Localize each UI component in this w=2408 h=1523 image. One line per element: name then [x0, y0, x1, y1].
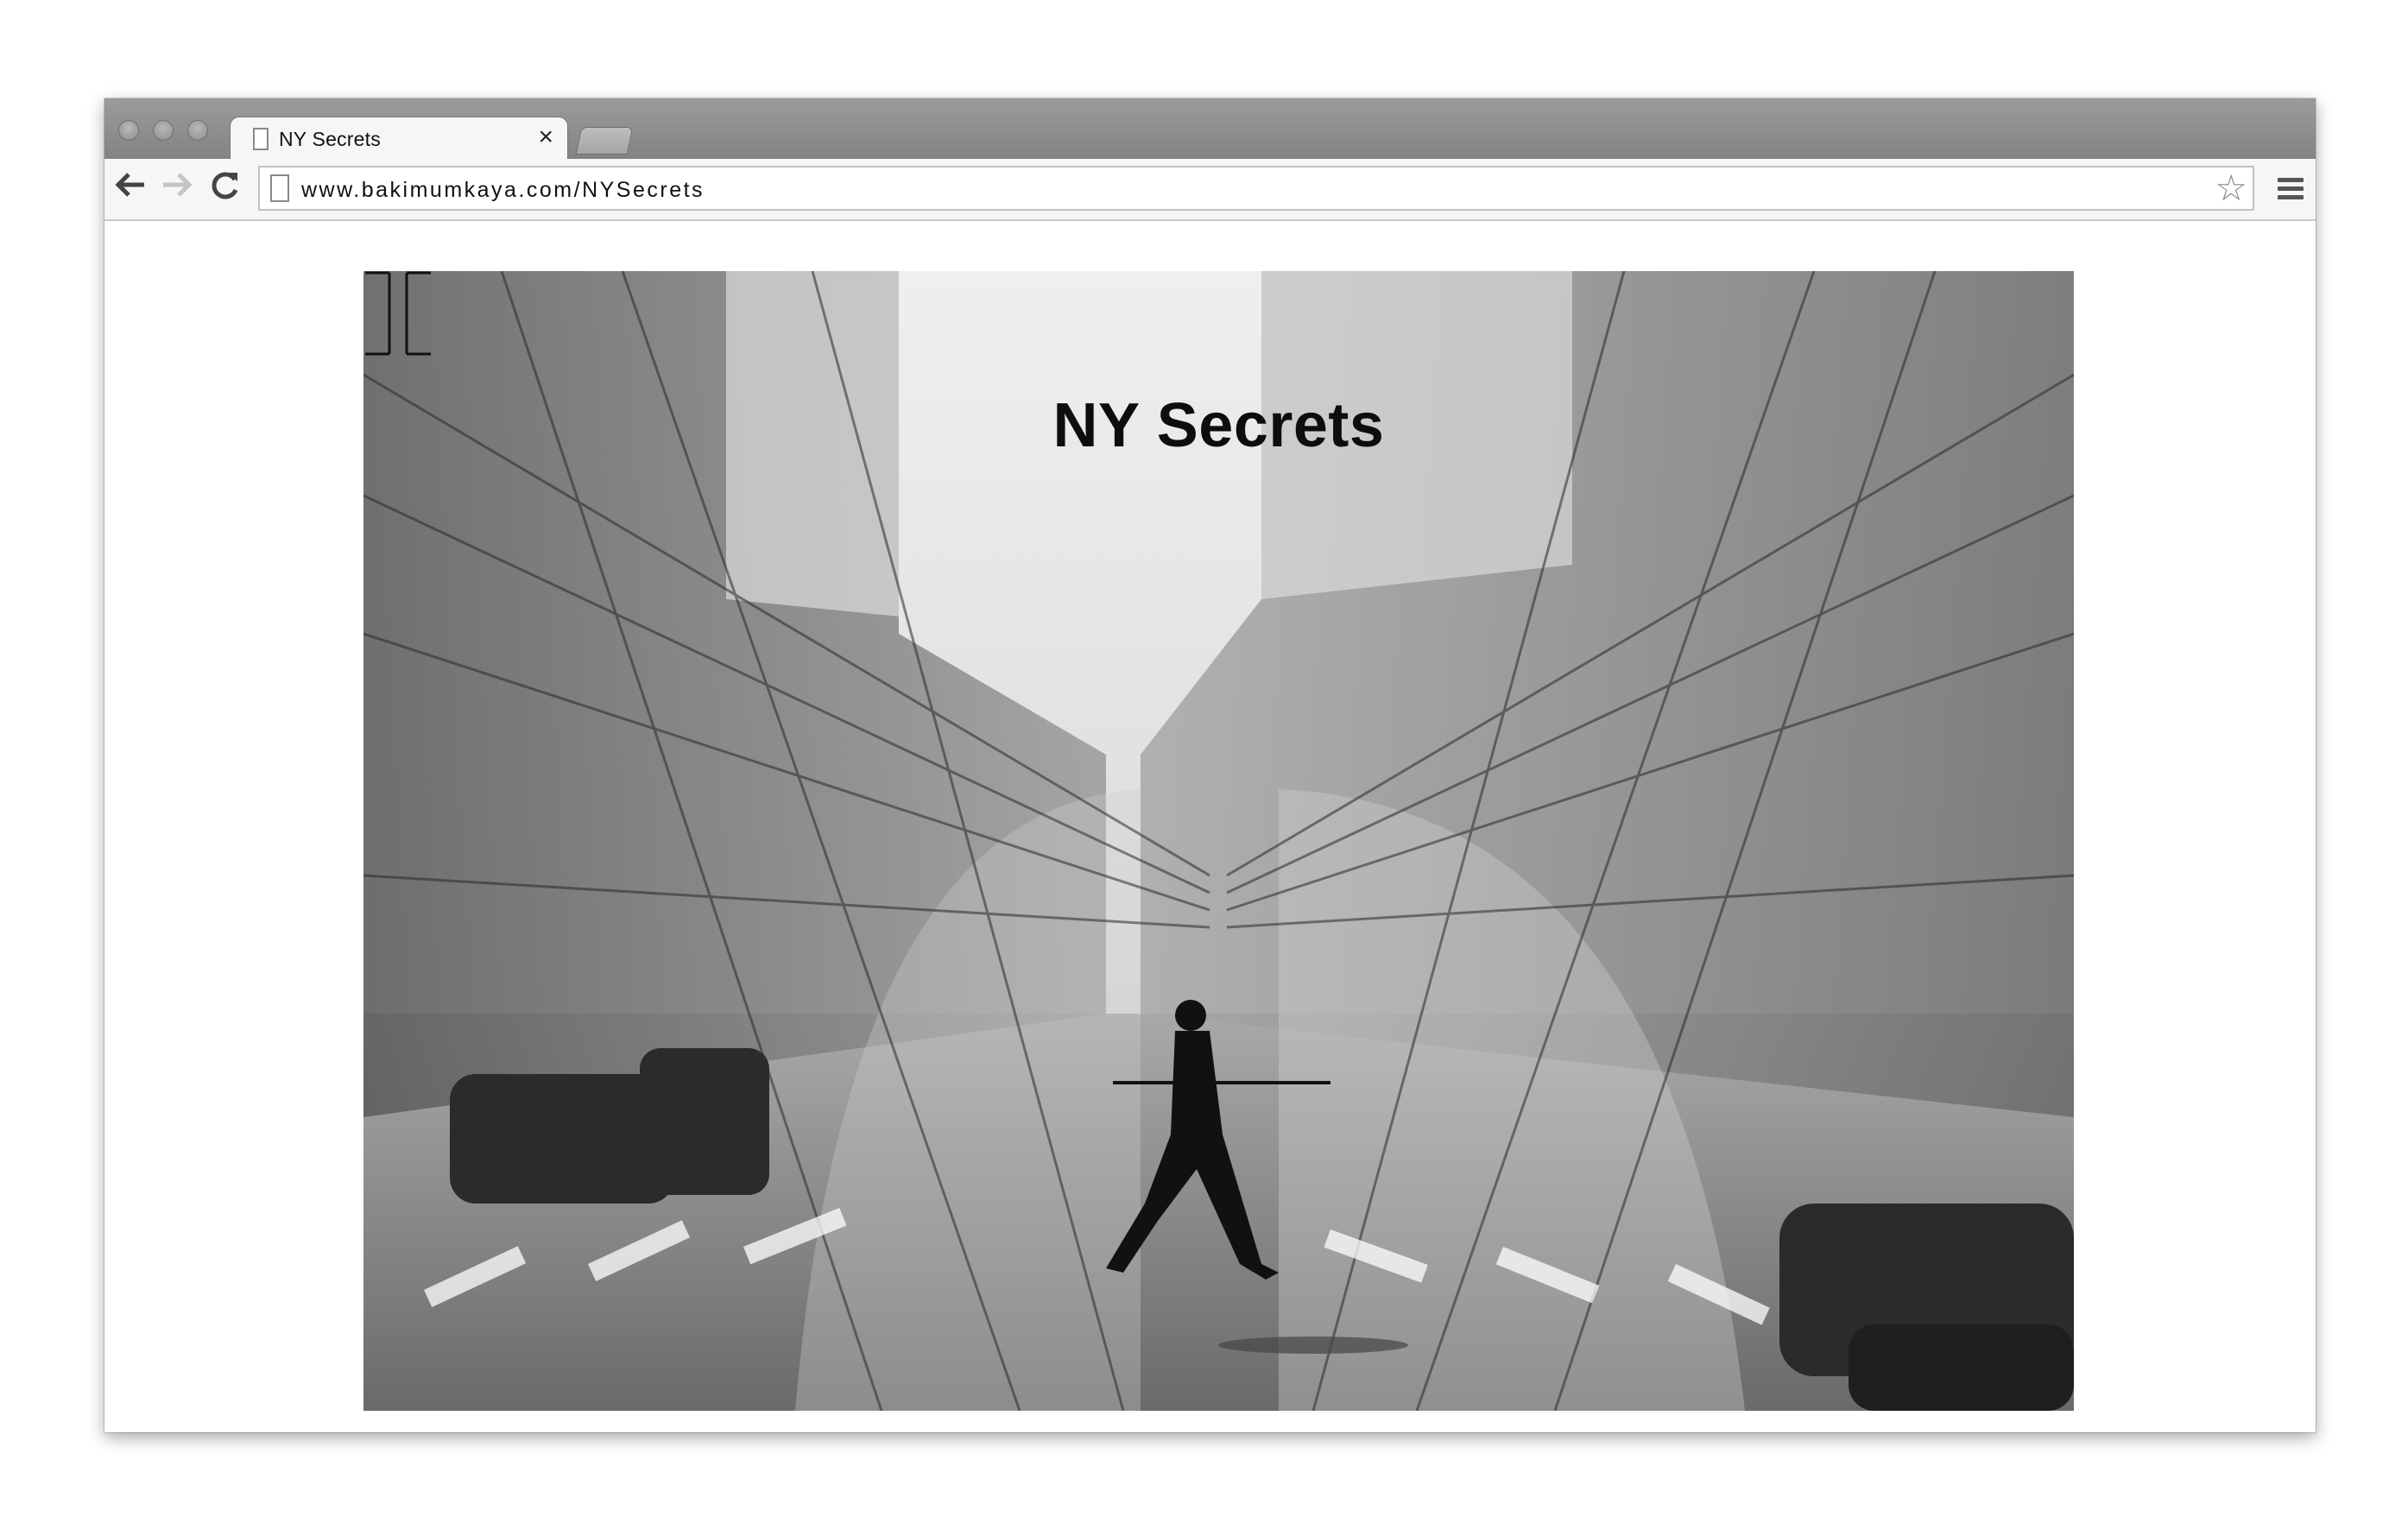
star-icon[interactable]: ☆: [2215, 167, 2247, 209]
browser-window: NY Secrets × www.bakimumkaya.com/NYSecre…: [104, 98, 2316, 1432]
page-info-icon: [270, 174, 289, 202]
tab-title: NY Secrets: [279, 128, 381, 150]
close-window-button[interactable]: [118, 120, 139, 141]
url-text[interactable]: www.bakimumkaya.com/NYSecrets: [301, 178, 705, 203]
page-title: NY Secrets: [1052, 391, 1385, 460]
tab-close-button[interactable]: ×: [538, 123, 553, 151]
text-cursor-icon: [365, 271, 431, 356]
new-tab-button[interactable]: [576, 128, 633, 154]
page-document-icon: [253, 128, 269, 150]
browser-tab[interactable]: NY Secrets ×: [231, 117, 567, 162]
browser-toolbar: www.bakimumkaya.com/NYSecrets ☆: [104, 159, 2316, 221]
hamburger-menu-icon[interactable]: [2278, 178, 2304, 204]
zoom-window-button[interactable]: [187, 120, 208, 141]
back-arrow-icon[interactable]: [113, 167, 148, 212]
divider-line: [1113, 1081, 1330, 1084]
title-bar: NY Secrets ×: [104, 98, 2316, 162]
reload-icon[interactable]: [208, 167, 243, 212]
forward-arrow-icon[interactable]: [160, 167, 194, 212]
minimize-window-button[interactable]: [153, 120, 174, 141]
address-bar[interactable]: www.bakimumkaya.com/NYSecrets ☆: [258, 166, 2254, 211]
hero-image: NY Secrets: [363, 271, 2074, 1411]
